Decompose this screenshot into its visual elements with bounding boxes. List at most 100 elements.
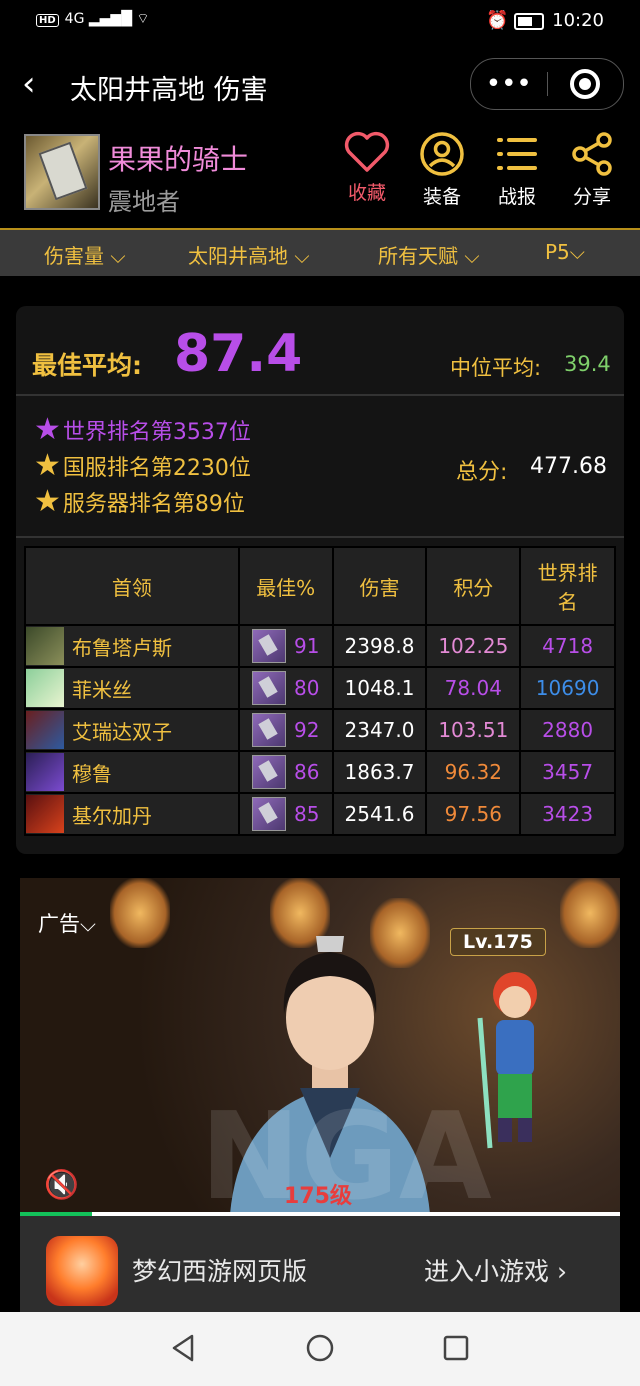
boss-portrait: [26, 627, 64, 665]
favorite-button[interactable]: 收藏: [332, 130, 402, 205]
boss-name: 基尔加丹: [72, 803, 152, 828]
ad-tag[interactable]: 广告⌵: [38, 908, 96, 938]
best-pct-value: 80: [293, 676, 320, 700]
network-label: 4G: [64, 11, 85, 27]
best-average-value: 87.4: [174, 324, 303, 384]
filter-bar: 伤害量 ⌵ 太阳井高地 ⌵ 所有天赋 ⌵ P5⌵: [0, 228, 640, 276]
mace-icon: [251, 629, 286, 663]
table-header: 首领 最佳% 伤害 积分 世界排名: [24, 546, 616, 626]
col-score: 积分: [425, 546, 522, 626]
wifi-icon: ⌔: [136, 11, 150, 27]
cn-rank-text: 国服排名第2230位: [62, 456, 251, 481]
boss-portrait: [26, 669, 64, 707]
filter-zone-label: 太阳井高地: [188, 244, 288, 268]
filter-phase-label: P5: [545, 240, 570, 264]
boss-portrait: [26, 795, 64, 833]
boss-cell: 艾瑞达双子: [24, 708, 240, 752]
mace-icon: [251, 755, 286, 789]
game-name: 梦幻西游网页版: [132, 1257, 308, 1286]
boss-name: 艾瑞达双子: [72, 719, 172, 744]
score-cell: 96.32: [425, 750, 522, 794]
chevron-down-icon: ⌵: [569, 240, 585, 264]
table-row[interactable]: 艾瑞达双子 92 2347.0 103.51 2880: [24, 708, 616, 752]
status-left: HD 4G ▂▄▆█ ⌔: [36, 10, 150, 28]
filter-metric-label: 伤害量: [44, 244, 104, 268]
list-icon: [497, 138, 537, 170]
target-icon: [570, 69, 601, 99]
best-pct-cell: 80: [237, 666, 334, 710]
table-row[interactable]: 穆鲁 86 1863.7 96.32 3457: [24, 750, 616, 794]
nav-recent-icon[interactable]: [440, 1332, 472, 1364]
share-button[interactable]: 分享: [557, 130, 627, 209]
world-rank: ★ 世界排名第3537位: [34, 414, 251, 446]
filter-zone[interactable]: 太阳井高地 ⌵: [188, 240, 310, 269]
damage-cell: 2347.0: [331, 708, 428, 752]
clock: 10:20: [552, 10, 604, 31]
page-title: 太阳井高地 伤害: [70, 75, 268, 106]
battery-icon: [514, 12, 545, 30]
boss-cell: 菲米丝: [24, 666, 240, 710]
enter-game-button[interactable]: 进入小游戏 ›: [424, 1252, 567, 1288]
divider: [16, 394, 624, 396]
close-miniprogram-button[interactable]: [548, 69, 624, 99]
best-pct-value: 92: [293, 718, 320, 742]
mace-icon: [251, 713, 286, 747]
nav-home-icon[interactable]: [304, 1332, 336, 1364]
nav-back-icon[interactable]: [168, 1332, 200, 1364]
favorite-label: 收藏: [347, 182, 386, 204]
lantern-decoration: [110, 878, 170, 948]
filter-metric[interactable]: 伤害量 ⌵: [44, 240, 126, 269]
filter-talent-label: 所有天赋: [378, 244, 458, 268]
lantern-decoration: [560, 878, 620, 948]
mute-icon[interactable]: 🔇: [44, 1168, 79, 1201]
best-pct-value: 86: [293, 760, 320, 784]
star-icon: ★: [34, 412, 61, 447]
game-icon: [46, 1236, 118, 1306]
equipment-button[interactable]: 装备: [407, 130, 477, 209]
mace-icon: [251, 797, 286, 831]
miniprogram-capsule: •••: [470, 58, 624, 110]
damage-cell: 1048.1: [331, 666, 428, 710]
chevron-down-icon: ⌵: [464, 244, 480, 268]
best-pct-cell: 85: [237, 792, 334, 836]
total-score-label: 总分:: [456, 460, 508, 485]
world-rank-cell: 10690: [519, 666, 616, 710]
ad-footer[interactable]: 梦幻西游网页版 进入小游戏 ›: [20, 1216, 620, 1312]
status-bar: HD 4G ▂▄▆█ ⌔ ⏰ 10:20: [0, 0, 640, 44]
filter-phase[interactable]: P5⌵: [545, 240, 585, 264]
best-pct-value: 91: [293, 634, 320, 658]
best-pct-cell: 91: [237, 624, 334, 668]
best-pct-cell: 92: [237, 708, 334, 752]
status-right: ⏰ 10:20: [486, 10, 604, 31]
table-row[interactable]: 菲米丝 80 1048.1 78.04 10690: [24, 666, 616, 710]
world-rank-cell: 4718: [519, 624, 616, 668]
table-row[interactable]: 基尔加丹 85 2541.6 97.56 3423: [24, 792, 616, 836]
median-average-value: 39.4: [564, 352, 611, 376]
damage-cell: 2398.8: [331, 624, 428, 668]
chevron-down-icon: ⌵: [110, 244, 126, 268]
more-icon[interactable]: •••: [471, 71, 547, 97]
boss-name: 穆鲁: [72, 761, 112, 786]
character-name: 果果的骑士: [108, 143, 249, 176]
world-rank-text: 世界排名第3537位: [62, 420, 251, 445]
ad-banner[interactable]: 广告⌵ Lv.175 NGA 175级 🔇 梦幻西游网页版 进入小游戏 ›: [20, 878, 620, 1312]
share-label: 分享: [572, 186, 611, 208]
back-icon[interactable]: ‹: [22, 64, 36, 104]
header: ‹ 太阳井高地 伤害 •••: [0, 44, 640, 124]
filter-talent[interactable]: 所有天赋 ⌵: [378, 240, 480, 269]
ad-tag-label: 广告: [38, 912, 80, 936]
alarm-icon: ⏰: [485, 10, 509, 31]
col-damage: 伤害: [331, 546, 428, 626]
boss-cell: 布鲁塔卢斯: [24, 624, 240, 668]
col-boss: 首领: [24, 546, 240, 626]
score-cell: 102.25: [425, 624, 522, 668]
level-badge: Lv.175: [450, 928, 546, 956]
spec-emblem-icon: [38, 141, 88, 201]
divider: [16, 536, 624, 538]
stats-card: 最佳平均: 87.4 中位平均: 39.4 ★ 世界排名第3537位 ★ 国服排名第…: [16, 306, 624, 854]
star-icon: ★: [34, 484, 61, 519]
chevron-down-icon: ⌵: [294, 244, 310, 268]
battle-report-button[interactable]: 战报: [482, 130, 552, 209]
level-caption: 175级: [284, 1184, 352, 1209]
table-row[interactable]: 布鲁塔卢斯 91 2398.8 102.25 4718: [24, 624, 616, 668]
